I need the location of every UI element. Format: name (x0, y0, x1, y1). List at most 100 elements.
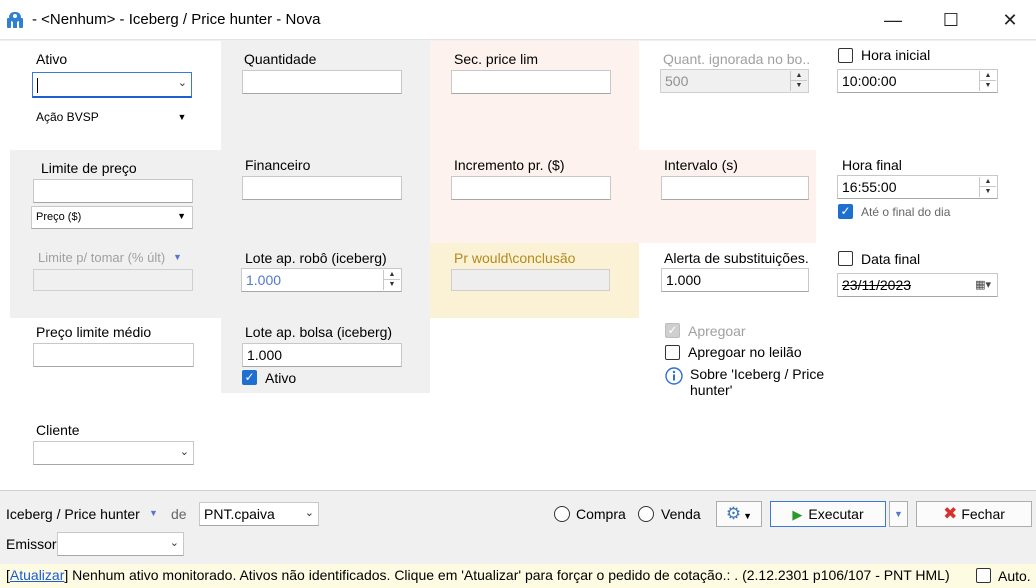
account-value: PNT.cpaiva (204, 506, 275, 522)
ativo-combobox[interactable]: ⌄ (32, 72, 192, 98)
quantidade-label: Quantidade (244, 51, 317, 67)
lote-robo-label: Lote ap. robô (iceberg) (245, 250, 387, 266)
calendar-icon[interactable]: ▦▾ (975, 278, 991, 291)
limite-preco-type-select[interactable]: Preço ($) ▼ (31, 206, 193, 229)
fechar-label: Fechar (961, 506, 1005, 522)
limite-preco-type-value: Preço ($) (36, 211, 82, 223)
alerta-label: Alerta de substituições. (664, 250, 809, 266)
spin-down-icon[interactable]: ▼ (980, 81, 996, 91)
apregoar-leilao-checkbox[interactable] (665, 345, 680, 360)
text-caret (37, 77, 38, 93)
spin-up-icon[interactable]: ▲ (384, 270, 400, 280)
spin-down-icon[interactable]: ▼ (384, 280, 400, 290)
executar-dropdown-button[interactable]: ▼ (889, 501, 908, 527)
preco-limite-medio-label: Preço limite médio (36, 324, 152, 340)
lote-bolsa-input[interactable]: 1.000 (242, 343, 402, 367)
data-final-value: 23/11/2023 (842, 277, 912, 293)
account-combobox[interactable]: PNT.cpaiva ⌄ (199, 502, 319, 526)
hora-inicial-time-picker[interactable]: 10:00:00 ▲ ▼ (837, 69, 998, 93)
apregoar-leilao-label: Apregoar no leilão (688, 344, 802, 360)
sec-price-lim-label: Sec. price lim (454, 51, 539, 67)
window-title: - <Nenhum> - Iceberg / Price hunter - No… (32, 11, 321, 28)
ate-final-dia-checkbox[interactable]: ✓ (838, 204, 853, 219)
sobre-link-line2[interactable]: hunter' (690, 382, 732, 398)
spin-up-icon[interactable]: ▲ (980, 177, 996, 187)
hora-inicial-checkbox[interactable] (838, 48, 853, 63)
spin-down-icon: ▼ (795, 82, 803, 89)
spin-buttons[interactable]: ▲ ▼ (979, 177, 996, 197)
hora-final-value: 16:55:00 (842, 179, 897, 195)
limite-tomar-dropdown-icon[interactable]: ▼ (173, 252, 182, 262)
preco-limite-medio-input[interactable] (33, 343, 194, 367)
lote-robo-stepper[interactable]: 1.000 ▲ ▼ (241, 268, 402, 292)
apregoar-label: Apregoar (688, 323, 746, 339)
intervalo-label: Intervalo (s) (664, 157, 738, 173)
lote-bolsa-ativo-checkbox[interactable]: ✓ (242, 370, 257, 385)
compra-label: Compra (576, 506, 626, 522)
venda-label: Venda (661, 506, 701, 522)
status-text: [Atualizar] Nenhum ativo monitorado. Ati… (6, 567, 950, 583)
spin-down-icon[interactable]: ▼ (980, 187, 996, 197)
chevron-down-icon: ⌄ (179, 446, 189, 458)
data-final-checkbox[interactable] (838, 251, 853, 266)
hora-final-label: Hora final (842, 157, 902, 173)
de-label: de (171, 506, 187, 522)
ativo-label: Ativo (36, 51, 68, 67)
chevron-down-icon: ⌄ (304, 507, 314, 519)
intervalo-input[interactable] (661, 176, 809, 200)
compra-radio[interactable] (554, 506, 570, 522)
close-window-button[interactable]: ✕ (995, 8, 1025, 32)
title-bar: - <Nenhum> - Iceberg / Price hunter - No… (0, 0, 1036, 40)
hora-inicial-value: 10:00:00 (842, 73, 897, 89)
hora-inicial-label: Hora inicial (861, 47, 931, 63)
alerta-input[interactable]: 1.000 (661, 268, 809, 292)
financeiro-input[interactable] (242, 176, 402, 200)
limite-preco-input[interactable] (33, 179, 193, 203)
data-final-date-picker[interactable]: 23/11/2023 ▦▾ (837, 273, 998, 297)
incremento-label: Incremento pr. ($) (454, 157, 565, 173)
cliente-combobox[interactable]: ⌄ (33, 441, 194, 465)
dropdown-arrow-icon: ▼ (177, 211, 186, 221)
fechar-button[interactable]: ✖ Fechar (916, 501, 1032, 527)
auto-label: Auto. (998, 568, 1031, 584)
limite-tomar-input (33, 269, 193, 291)
ativo-type-dropdown-icon[interactable]: ▼ (172, 107, 192, 127)
pr-would-input (451, 269, 610, 291)
minimize-button[interactable]: — (878, 8, 908, 32)
settings-menu-button[interactable]: ⚙ ▼ (716, 501, 762, 527)
strategy-selector[interactable]: Iceberg / Price hunter (6, 506, 140, 522)
hora-final-time-picker[interactable]: 16:55:00 ▲ ▼ (837, 175, 998, 199)
executar-button[interactable]: ▶ Executar (770, 501, 886, 527)
sobre-link-line1[interactable]: Sobre 'Iceberg / Price (690, 366, 824, 382)
spin-buttons[interactable]: ▲ ▼ (979, 71, 996, 91)
quantidade-input[interactable] (242, 70, 402, 94)
spin-buttons[interactable]: ▲ ▼ (383, 270, 400, 290)
sec-price-lim-input[interactable] (451, 70, 611, 94)
dropdown-arrow-icon: ▼ (743, 511, 753, 521)
chevron-down-icon: ⌄ (169, 537, 179, 549)
strategy-dropdown-icon[interactable]: ▼ (149, 508, 158, 518)
ativo-type-select[interactable]: Ação BVSP (36, 110, 99, 124)
close-icon: ✖ (943, 504, 958, 523)
limite-tomar-label: Limite p/ tomar (% últ) (38, 250, 166, 265)
pr-would-label: Pr would\conclusão (454, 250, 576, 266)
status-message: Nenhum ativo monitorado. Ativos não iden… (68, 567, 950, 583)
lote-bolsa-label: Lote ap. bolsa (iceberg) (245, 324, 393, 340)
executar-label: Executar (808, 506, 864, 522)
incremento-input[interactable] (451, 176, 611, 200)
ate-final-dia-label: Até o final do dia (861, 205, 951, 219)
lote-robo-value: 1.000 (246, 272, 282, 288)
cliente-label: Cliente (36, 422, 80, 438)
auto-checkbox[interactable] (976, 568, 991, 583)
venda-radio[interactable] (638, 506, 654, 522)
spin-up-icon[interactable]: ▲ (980, 71, 996, 81)
maximize-button[interactable]: ☐ (936, 8, 966, 32)
quant-ignorada-value: 500 (665, 73, 689, 89)
data-final-label: Data final (861, 251, 921, 267)
emissor-combobox[interactable]: ⌄ (57, 532, 184, 556)
app-icon (7, 12, 23, 28)
atualizar-link[interactable]: Atualizar (10, 567, 64, 583)
chevron-down-icon: ⌄ (177, 77, 187, 89)
status-bar: [Atualizar] Nenhum ativo monitorado. Ati… (0, 564, 1036, 588)
quant-ignorada-label: Quant. ignorada no bo... (663, 51, 811, 67)
